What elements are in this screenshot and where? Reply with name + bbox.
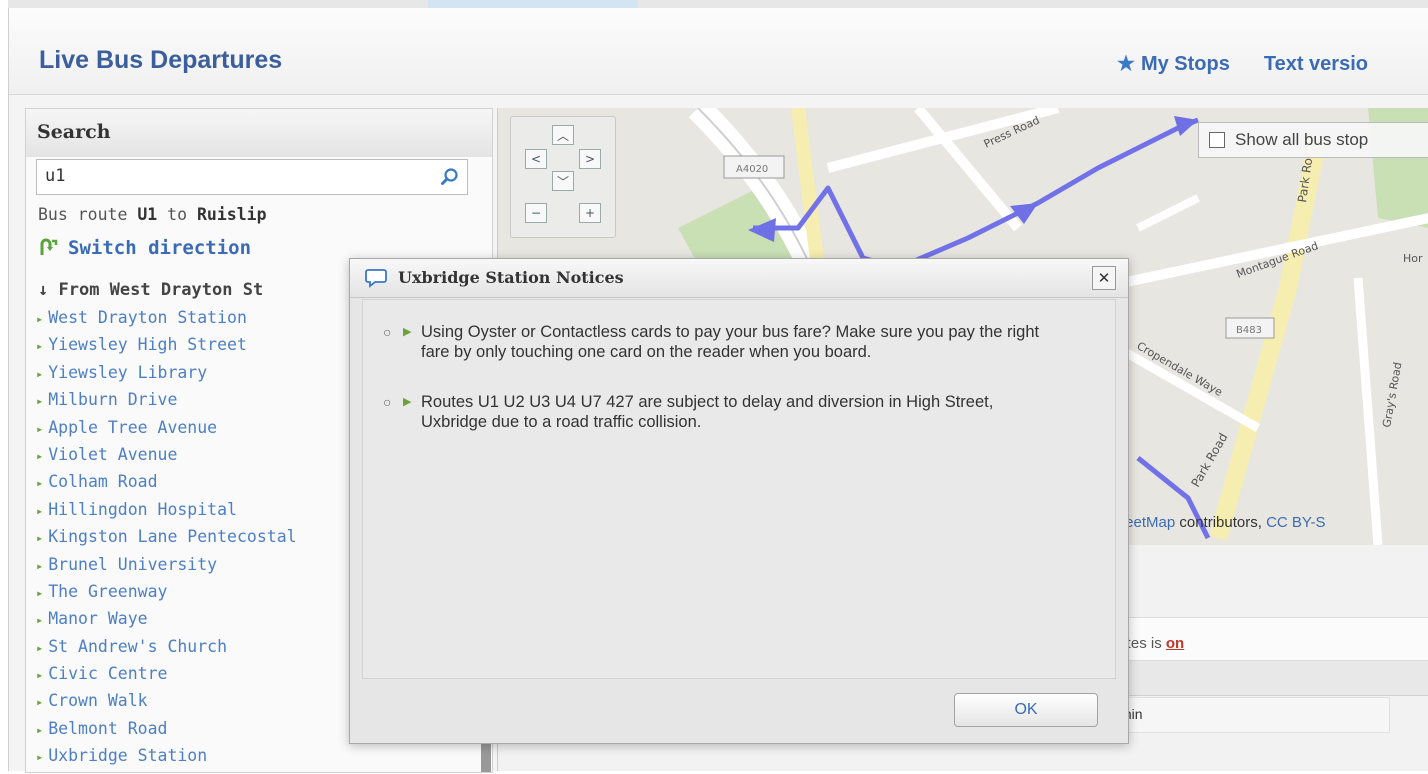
road-label: B483 (1236, 325, 1262, 336)
pan-left-button[interactable]: < (525, 149, 547, 169)
ok-button[interactable]: OK (954, 693, 1098, 727)
route-number: U1 (137, 205, 158, 224)
page-header: Live Bus Departures ★ My Stops Text versio (9, 8, 1428, 95)
stop-item[interactable]: ▸ Yiewsley High Street (36, 335, 297, 362)
stop-item[interactable]: ▸ Manor Waye (36, 609, 297, 636)
bullet-icon: ▸ (36, 366, 44, 381)
road-label: A4020 (736, 164, 768, 175)
search-input[interactable] (37, 160, 453, 192)
stop-item[interactable]: ▸ West Drayton Station (36, 308, 297, 335)
bullet-icon: ▸ (36, 476, 44, 491)
bullet-icon: ▸ (36, 640, 44, 655)
dialog-body: ○ ▶ Using Oyster or Contactless cards to… (362, 299, 1116, 679)
stop-item[interactable]: ▸ Colham Road (36, 472, 297, 499)
stop-item[interactable]: ▸ St Andrew's Church (36, 637, 297, 664)
stop-item[interactable]: ▸ Violet Avenue (36, 445, 297, 472)
radio-bullet-icon: ○ (383, 394, 392, 410)
page-title: Live Bus Departures (39, 46, 283, 74)
header-links: ★ My Stops Text versio (1117, 51, 1368, 76)
bullet-icon: ▸ (36, 695, 44, 710)
show-all-stops-checkbox[interactable] (1209, 132, 1225, 148)
stop-item[interactable]: ▸ Kingston Lane Pentecostal (36, 527, 297, 554)
stop-item[interactable]: ▸ Brunel University (36, 555, 297, 582)
bullet-icon: ▸ (36, 448, 44, 463)
stop-item[interactable]: ▸ Uxbridge Station (36, 746, 297, 773)
road-label: Hor (1403, 252, 1423, 265)
stop-item[interactable]: ▸ Crown Walk (36, 691, 297, 718)
search-button[interactable] (433, 160, 467, 194)
notices-dialog: Uxbridge Station Notices ✕ ○ ▶ Using Oys… (349, 258, 1129, 744)
zoom-out-button[interactable]: − (525, 203, 547, 223)
bullet-icon: ▸ (36, 339, 44, 354)
license-link[interactable]: CC BY-S (1266, 514, 1325, 531)
stop-list: ▸ West Drayton Station ▸ Yiewsley High Str… (36, 308, 297, 774)
show-all-stops-toggle[interactable]: Show all bus stop (1198, 122, 1428, 158)
route-filter-toggle[interactable]: on (1166, 635, 1184, 652)
arrow-bullet-icon: ▶ (403, 396, 412, 408)
radio-bullet-icon: ○ (383, 324, 392, 340)
stop-item[interactable]: ▸ Civic Centre (36, 664, 297, 691)
bullet-icon: ▸ (36, 503, 44, 518)
arrow-bullet-icon: ▶ (403, 326, 412, 338)
stop-item[interactable]: ▸ The Greenway (36, 582, 297, 609)
bullet-icon: ▸ (36, 668, 44, 683)
map-attribution: StreetMap contributors, CC BY-S (1106, 514, 1326, 531)
my-stops-link[interactable]: My Stops (1141, 53, 1230, 75)
text-version-link[interactable]: Text versio (1264, 53, 1368, 75)
bullet-icon: ▸ (36, 421, 44, 436)
bullet-icon: ▸ (36, 750, 44, 765)
dialog-header: Uxbridge Station Notices ✕ (350, 259, 1128, 298)
switch-direction-icon (40, 238, 58, 255)
direction-heading: ↓ From West Drayton St (38, 280, 264, 300)
stop-item[interactable]: ▸ Milburn Drive (36, 390, 297, 417)
pan-down-button[interactable]: ﹀ (552, 171, 574, 191)
pan-up-button[interactable]: ︿ (552, 125, 574, 145)
search-panel-title: Search (37, 121, 111, 143)
bullet-icon: ▸ (36, 394, 44, 409)
switch-direction-link[interactable]: Switch direction (38, 237, 251, 259)
bullet-icon: ▸ (36, 722, 44, 737)
dialog-footer: OK (350, 679, 1128, 743)
bullet-icon: ▸ (36, 312, 44, 326)
dialog-title: Uxbridge Station Notices (398, 268, 624, 287)
map-nav-control: ︿ < > ﹀ − + (510, 116, 616, 238)
pan-right-button[interactable]: > (579, 149, 601, 169)
bullet-icon: ▸ (36, 558, 44, 573)
route-destination: Ruislip (196, 205, 267, 224)
search-icon (441, 168, 458, 185)
search-box (36, 159, 468, 195)
route-summary: Bus route U1 to Ruislip (38, 205, 267, 224)
stop-item[interactable]: ▸ Hillingdon Hospital (36, 500, 297, 527)
bullet-icon: ▸ (36, 585, 44, 600)
zoom-in-button[interactable]: + (579, 203, 601, 223)
top-nav-strip (8, 0, 1428, 8)
bullet-icon: ▸ (36, 531, 44, 546)
stop-item[interactable]: ▸ Apple Tree Avenue (36, 418, 297, 445)
stop-item[interactable]: ▸ Belmont Road (36, 719, 297, 746)
stop-item[interactable]: ▸ Yiewsley Library (36, 363, 297, 390)
bullet-icon: ▸ (36, 613, 44, 628)
search-panel-header: Search (26, 109, 492, 157)
star-icon: ★ (1117, 53, 1135, 75)
speech-bubble-icon (365, 269, 387, 288)
close-icon[interactable]: ✕ (1092, 266, 1116, 290)
down-arrow-icon: ↓ (38, 280, 59, 300)
